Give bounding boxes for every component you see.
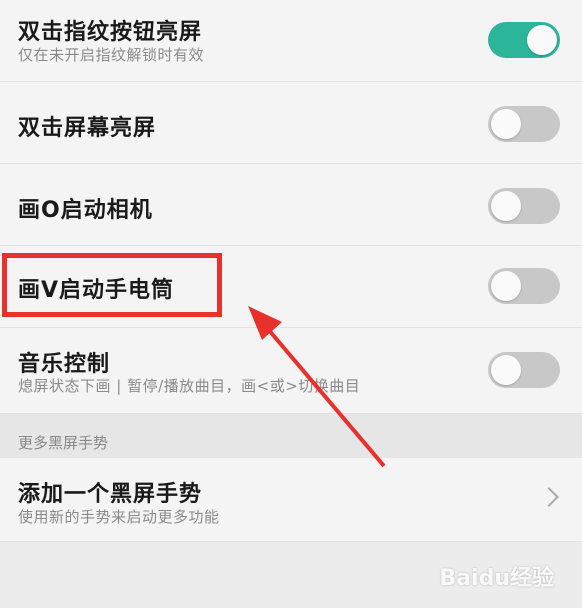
arrow-line (260, 320, 386, 468)
arrow-annotation (248, 306, 386, 468)
arrowhead-icon (248, 306, 282, 340)
watermark: Baidu经验 (439, 566, 554, 591)
